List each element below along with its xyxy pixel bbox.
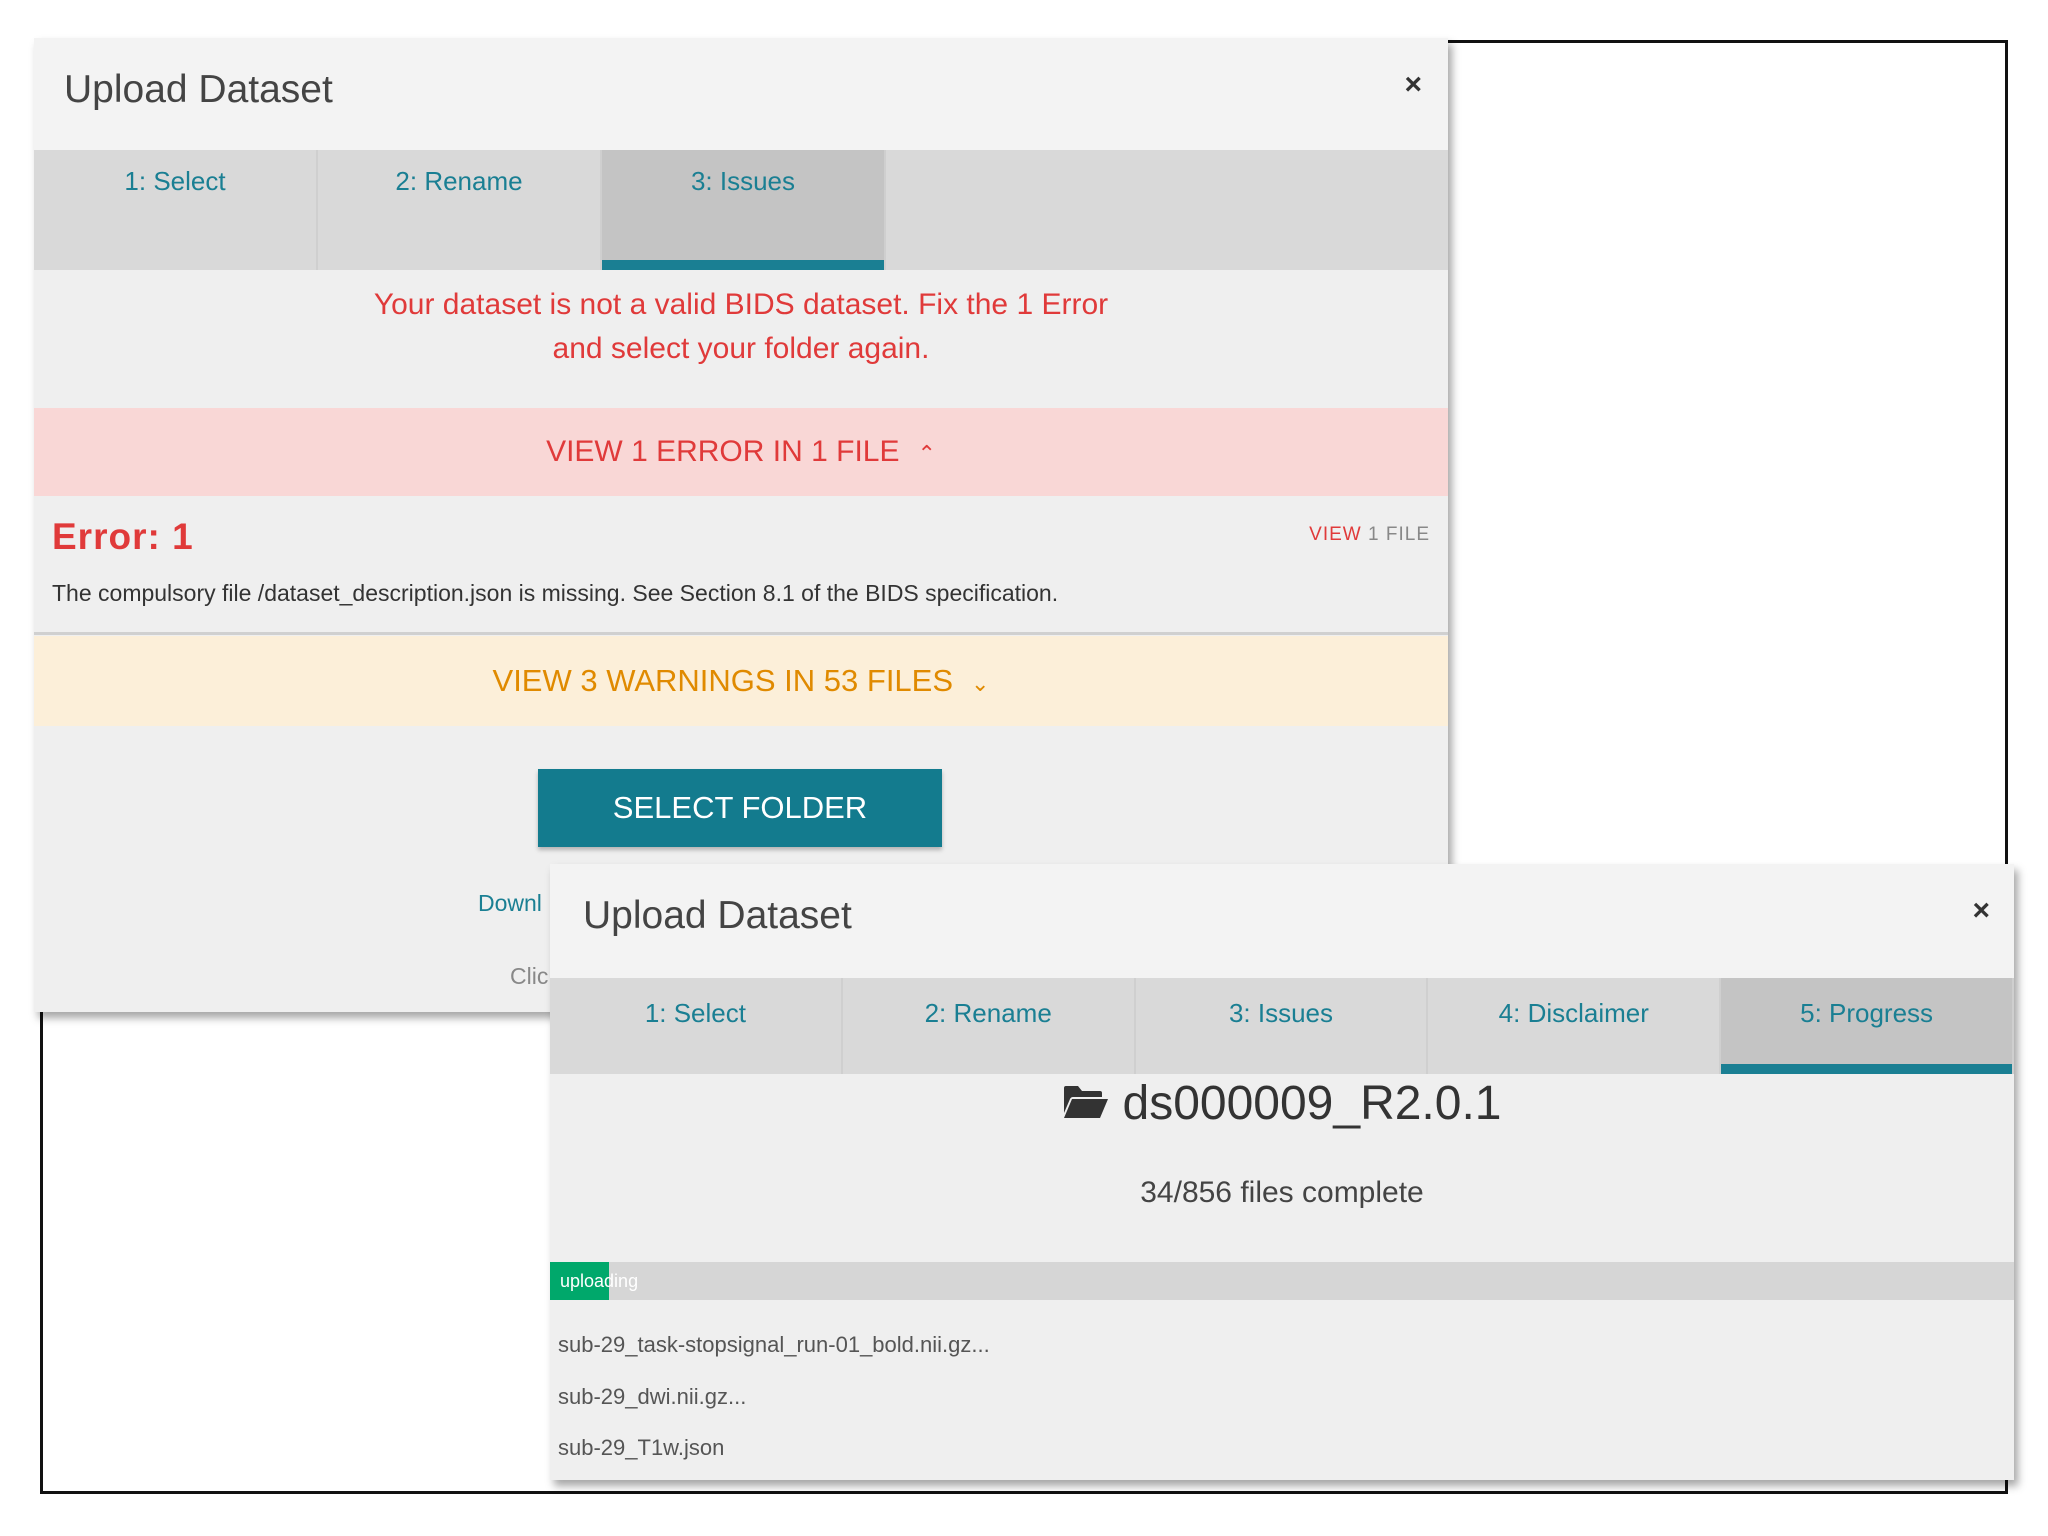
view-file-link[interactable]: VIEW 1 FILE [1309,524,1430,546]
view-file-count: 1 [1368,524,1380,545]
tab-rename[interactable]: 2: Rename [318,150,602,270]
error-description: The compulsory file /dataset_description… [52,580,1059,606]
divider [34,632,1448,635]
tab-rename[interactable]: 2: Rename [843,978,1136,1074]
close-icon[interactable]: × [1404,68,1422,102]
modal-header: Upload Dataset × [550,864,2014,978]
tab-issues[interactable]: 3: Issues [1136,978,1429,1074]
progress-status-label: uploading [560,1271,639,1291]
download-link[interactable]: Downl [478,890,542,917]
chevron-up-icon: ⌃ [917,441,936,466]
click-instruction-text: Clic [510,963,549,989]
tab-issues[interactable]: 3: Issues [602,150,886,270]
upload-dataset-modal-progress: Upload Dataset × 1: Select 2: Rename 3: … [550,864,2014,1480]
modal-header: Upload Dataset × [34,38,1448,150]
error-message-line-1: Your dataset is not a valid BIDS dataset… [373,288,1109,321]
validation-error-message: Your dataset is not a valid BIDS dataset… [34,283,1448,371]
uploading-file-item: sub-29_task-stopsignal_run-01_bold.nii.g… [558,1332,990,1357]
upload-progress-bar: uploading [550,1262,2014,1300]
chevron-down-icon: ⌄ [971,671,990,696]
select-folder-button[interactable]: SELECT FOLDER [538,769,942,847]
tab-select[interactable]: 1: Select [550,978,843,1074]
uploading-file-item: sub-29_dwi.nii.gz... [558,1384,747,1409]
view-file-suffix: FILE [1385,524,1430,545]
folder-open-icon [1063,1086,1108,1119]
view-warnings-label: VIEW 3 WARNINGS IN 53 FILES [492,663,954,698]
modal-title: Upload Dataset [64,68,333,111]
error-count-title: Error: 1 [52,516,194,557]
step-tabs: 1: Select 2: Rename 3: Issues [34,150,1448,270]
dataset-name: ds000009_R2.0.1 [1122,1077,1502,1130]
view-errors-toggle[interactable]: VIEW 1 ERROR IN 1 FILE ⌃ [34,408,1448,496]
close-icon[interactable]: × [1972,894,1990,928]
view-errors-label: VIEW 1 ERROR IN 1 FILE [546,435,900,468]
view-file-prefix: VIEW [1309,524,1362,545]
tab-progress[interactable]: 5: Progress [1721,978,2014,1074]
uploading-file-item: sub-29_T1w.json [558,1435,725,1460]
view-warnings-toggle[interactable]: VIEW 3 WARNINGS IN 53 FILES ⌄ [34,636,1448,726]
step-tabs: 1: Select 2: Rename 3: Issues 4: Disclai… [550,978,2014,1074]
error-message-line-2: and select your folder again. [552,332,930,365]
tab-disclaimer[interactable]: 4: Disclaimer [1428,978,1722,1074]
modal-title: Upload Dataset [583,894,852,937]
dataset-name-heading: ds000009_R2.0.1 [550,1076,2014,1131]
files-complete-count: 34/856 files complete [1140,1176,1424,1209]
tab-select[interactable]: 1: Select [34,150,318,270]
